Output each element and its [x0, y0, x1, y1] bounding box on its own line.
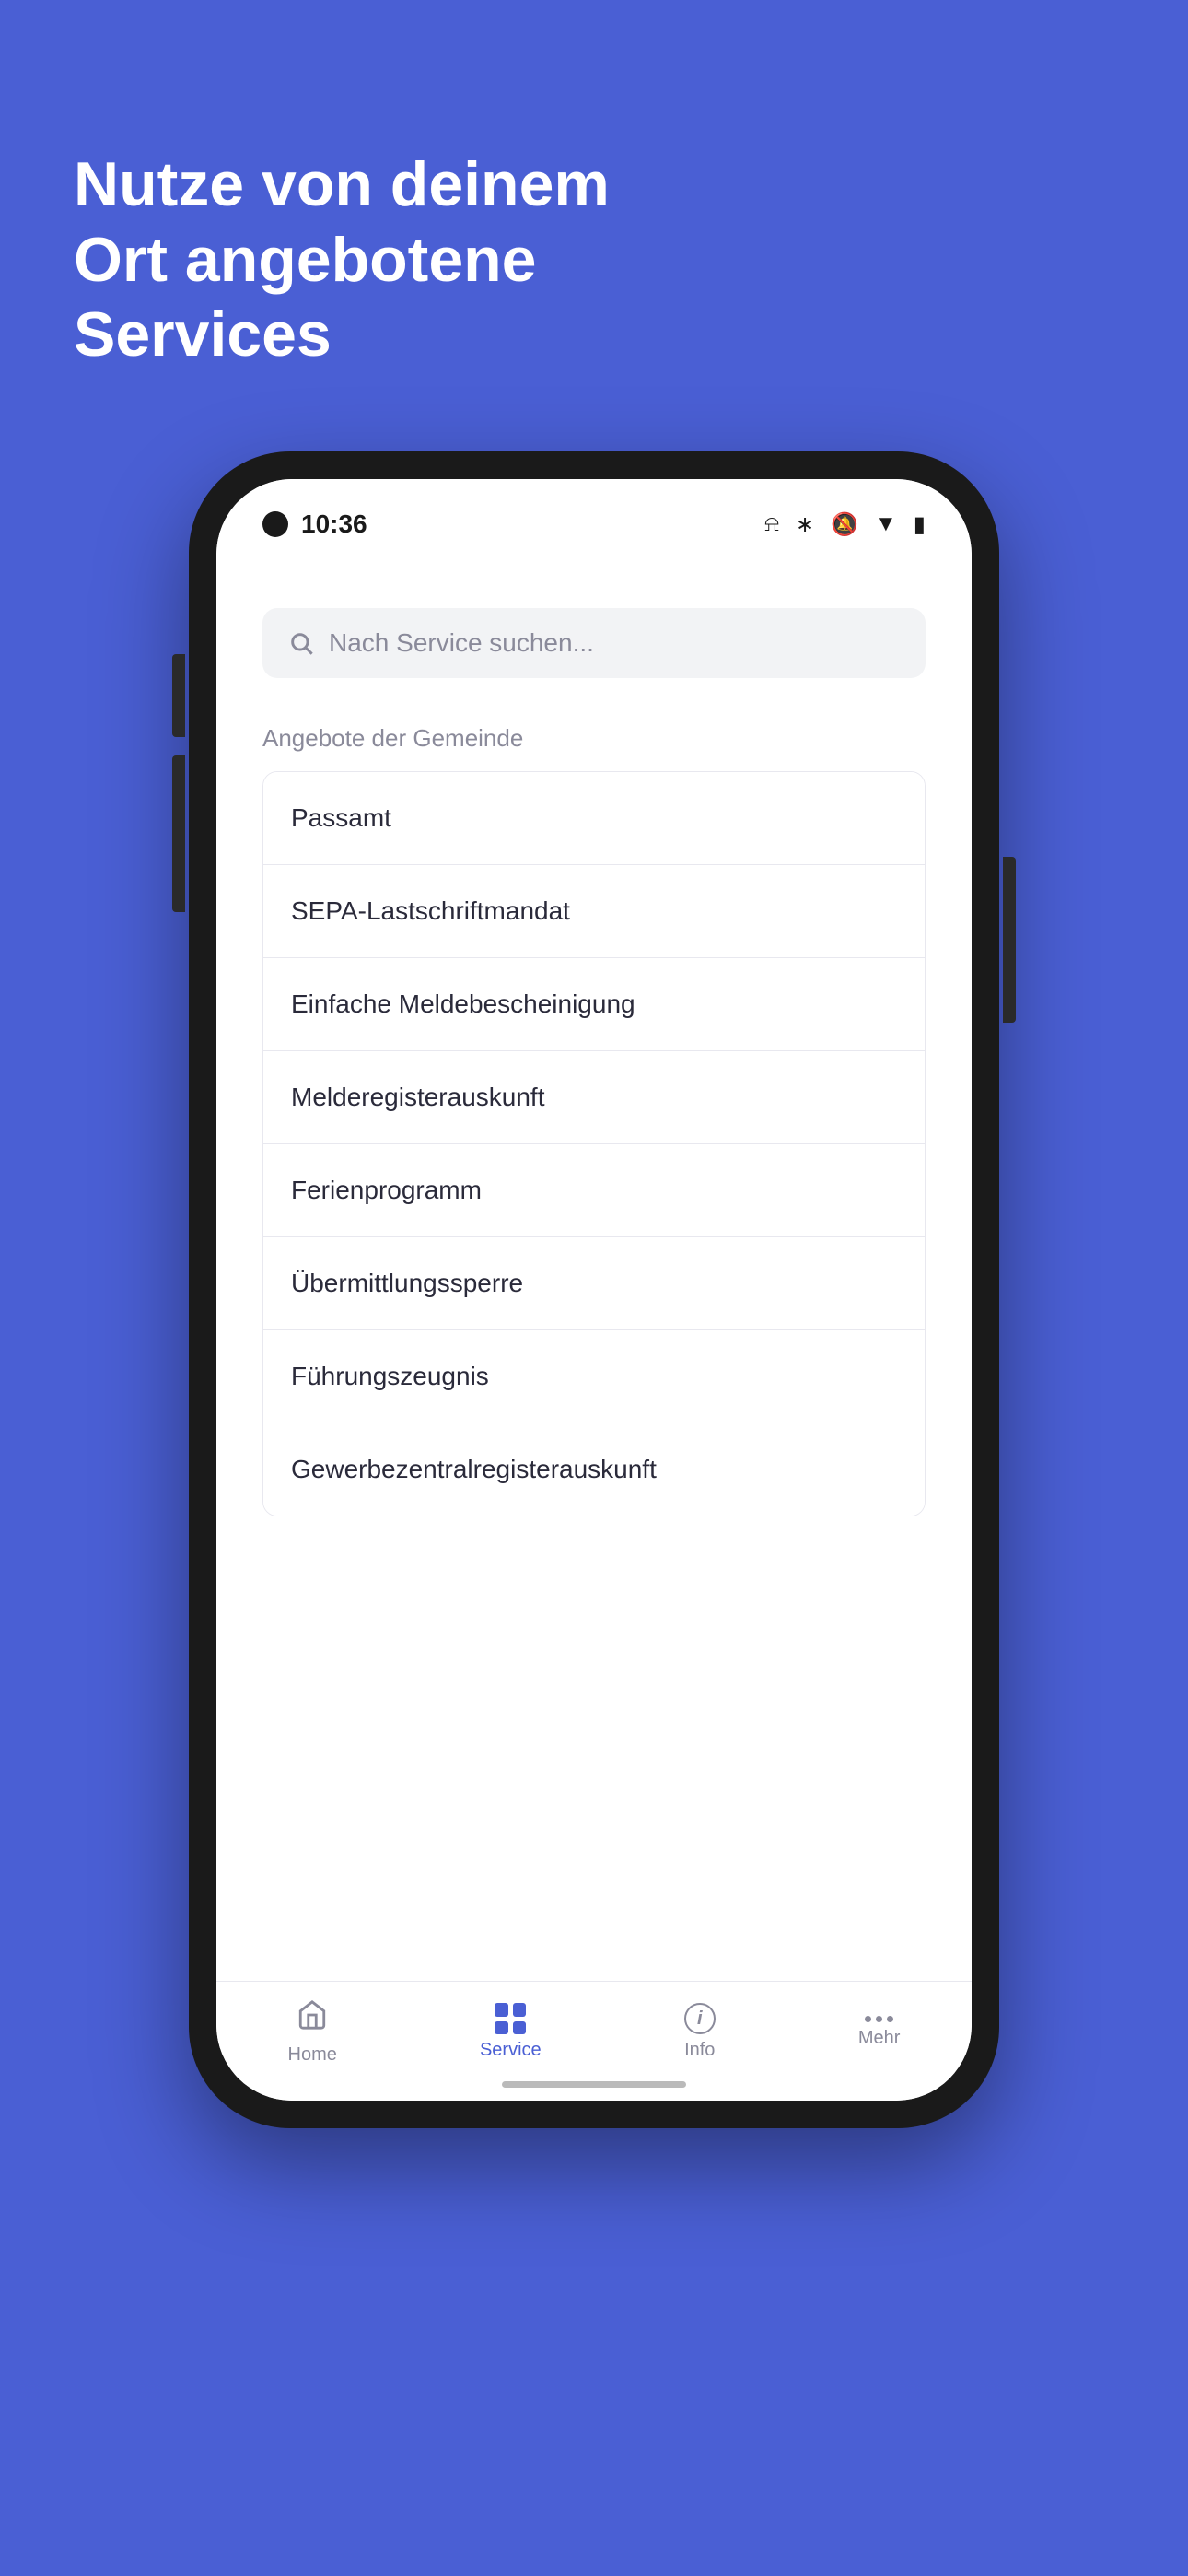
search-bar[interactable]: Nach Service suchen... [262, 608, 926, 678]
service-item[interactable]: Einfache Meldebescheinigung [263, 958, 925, 1051]
nav-item-service[interactable]: Service [480, 2003, 542, 2061]
page-background: Nutze von deinem Ort angebotene Services… [0, 0, 1188, 2576]
wifi-icon: ▼ [875, 511, 897, 537]
phone-screen: 10:36 ⍾︎ ∗ 🔕 ▼ ▮ [216, 479, 972, 2101]
search-placeholder: Nach Service suchen... [329, 628, 594, 658]
service-item[interactable]: Ferienprogramm [263, 1144, 925, 1237]
nav-label-info: Info [684, 2040, 715, 2061]
status-icons: ⍾︎ ∗ 🔕 ▼ ▮ [764, 511, 926, 538]
camera-dot [262, 511, 288, 537]
bluetooth-icon: ∗ [796, 511, 814, 538]
battery-icon: ▮ [914, 511, 926, 538]
section-title: Angebote der Gemeinde [262, 724, 926, 753]
volume-up-button [172, 654, 185, 737]
home-indicator [502, 2081, 686, 2088]
app-content: Nach Service suchen... Angebote der Geme… [216, 553, 972, 1981]
status-time: 10:36 [301, 509, 367, 539]
volume-down-button [172, 755, 185, 838]
phone-wrapper: 10:36 ⍾︎ ∗ 🔕 ▼ ▮ [189, 451, 999, 2128]
search-icon [288, 630, 314, 656]
grid-icon [495, 2003, 526, 2034]
nav-item-home[interactable]: Home [288, 1999, 337, 2066]
bluetooth-icon: ⍾︎ [764, 511, 779, 537]
nav-label-home: Home [288, 2044, 337, 2066]
more-icon [865, 2016, 893, 2022]
phone-shell: 10:36 ⍾︎ ∗ 🔕 ▼ ▮ [189, 451, 999, 2128]
status-bar: 10:36 ⍾︎ ∗ 🔕 ▼ ▮ [216, 479, 972, 553]
status-time-area: 10:36 [262, 509, 367, 539]
nav-label-service: Service [480, 2040, 542, 2061]
page-headline: Nutze von deinem Ort angebotene Services [74, 147, 718, 373]
info-icon: i [684, 2003, 716, 2034]
home-icon [297, 1999, 328, 2039]
muted-bell-icon: 🔕 [831, 511, 858, 538]
service-item[interactable]: Passamt [263, 772, 925, 865]
nav-item-mehr[interactable]: Mehr [858, 2016, 901, 2049]
service-item[interactable]: Übermittlungssperre [263, 1237, 925, 1330]
nav-label-mehr: Mehr [858, 2028, 901, 2049]
service-item[interactable]: Gewerbezentralregisterauskunft [263, 1423, 925, 1516]
service-item[interactable]: SEPA-Lastschriftmandat [263, 865, 925, 958]
nav-item-info[interactable]: i Info [684, 2003, 716, 2061]
service-list: Passamt SEPA-Lastschriftmandat Einfache … [262, 771, 926, 1516]
service-item[interactable]: Führungszeugnis [263, 1330, 925, 1423]
service-item[interactable]: Melderegisterauskunft [263, 1051, 925, 1144]
